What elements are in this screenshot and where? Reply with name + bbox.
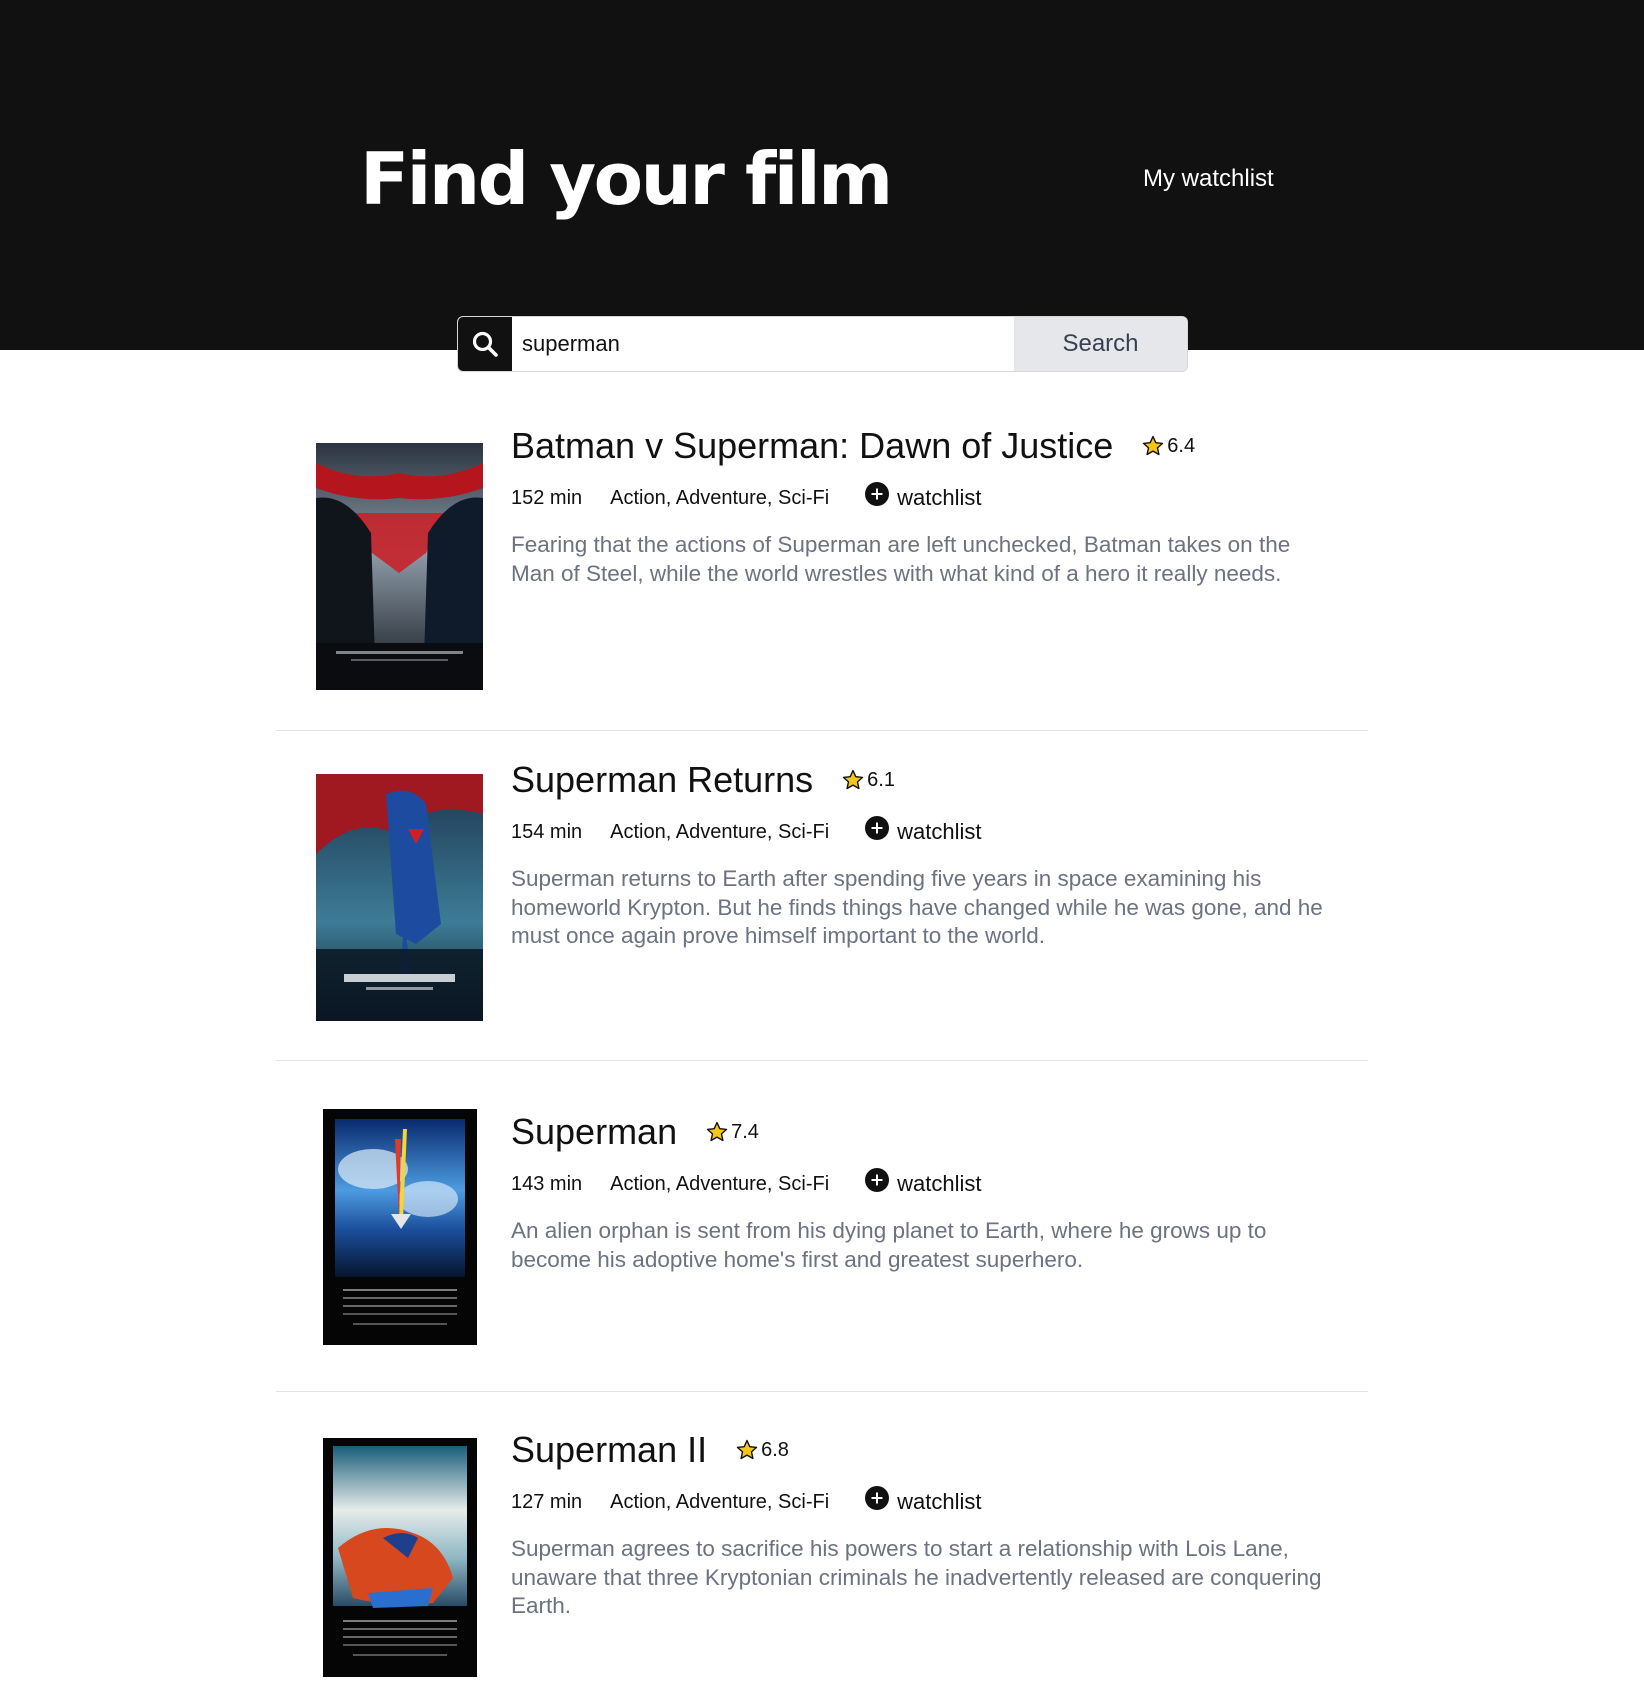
results-list: Batman v Superman: Dawn of Justice 6.4 1… [276, 395, 1368, 1692]
add-to-watchlist-button[interactable]: watchlist [865, 482, 982, 511]
movie-details: Superman Returns 6.1 154 min Action, Adv… [511, 757, 1338, 951]
rating: 6.8 [735, 1438, 789, 1462]
rating-value: 6.4 [1167, 434, 1196, 457]
site-header: Find your film My watchlist [0, 0, 1644, 350]
runtime: 154 min [511, 820, 583, 843]
add-to-watchlist-button[interactable]: watchlist [865, 1168, 982, 1197]
meta-row: 154 min Action, Adventure, Sci-Fi watchl… [511, 816, 1338, 848]
poster-image [316, 443, 483, 690]
title-row: Superman Returns 6.1 [511, 757, 1338, 803]
movie-details: Superman II 6.8 127 min Action, Adventur… [511, 1427, 1338, 1621]
genres: Action, Adventure, Sci-Fi [610, 1490, 830, 1513]
list-item: Superman II 6.8 127 min Action, Adventur… [276, 1392, 1368, 1692]
plus-circle-icon [865, 482, 890, 506]
movie-plot: Superman returns to Earth after spending… [511, 866, 1323, 948]
title-row: Superman 7.4 [511, 1109, 1338, 1155]
search-icon [458, 317, 512, 371]
movie-title: Superman [511, 1111, 678, 1152]
rating-value: 6.1 [867, 768, 895, 791]
movie-title: Superman Returns [511, 759, 814, 800]
plus-circle-icon [865, 1486, 890, 1510]
poster-image [316, 774, 483, 1021]
plus-circle-icon [865, 1168, 890, 1192]
title-row: Superman II 6.8 [511, 1427, 1338, 1473]
page-title: Find your film [360, 137, 893, 221]
movie-plot: Fearing that the actions of Superman are… [511, 532, 1291, 586]
search-bar: Search [457, 316, 1188, 372]
movie-plot: Superman agrees to sacrifice his powers … [511, 1536, 1322, 1618]
runtime: 127 min [511, 1490, 583, 1513]
watchlist-label: watchlist [897, 1171, 982, 1196]
runtime: 143 min [511, 1172, 583, 1195]
watchlist-label: watchlist [897, 485, 982, 510]
rating: 6.1 [841, 768, 895, 792]
plus-circle-icon [865, 816, 890, 840]
add-to-watchlist-button[interactable]: watchlist [865, 816, 982, 845]
movie-details: Superman 7.4 143 min Action, Adventure, … [511, 1109, 1338, 1274]
list-item: Superman Returns 6.1 154 min Action, Adv… [276, 731, 1368, 1061]
movie-details: Batman v Superman: Dawn of Justice 6.4 1… [511, 423, 1338, 588]
list-item: Batman v Superman: Dawn of Justice 6.4 1… [276, 395, 1368, 731]
runtime: 152 min [511, 486, 583, 509]
movie-title: Batman v Superman: Dawn of Justice [511, 425, 1114, 466]
poster-image [323, 1438, 477, 1677]
title-row: Batman v Superman: Dawn of Justice 6.4 [511, 423, 1338, 469]
add-to-watchlist-button[interactable]: watchlist [865, 1486, 982, 1515]
movie-title: Superman II [511, 1429, 708, 1470]
star-icon [1143, 435, 1164, 456]
genres: Action, Adventure, Sci-Fi [610, 486, 830, 509]
meta-row: 127 min Action, Adventure, Sci-Fi watchl… [511, 1486, 1338, 1518]
star-icon [706, 1121, 728, 1142]
poster-image [323, 1109, 477, 1345]
my-watchlist-link[interactable]: My watchlist [1143, 164, 1274, 194]
movie-plot: An alien orphan is sent from his dying p… [511, 1218, 1267, 1272]
genres: Action, Adventure, Sci-Fi [610, 820, 830, 843]
search-input[interactable] [512, 317, 1014, 371]
rating-value: 6.8 [761, 1438, 789, 1461]
meta-row: 152 min Action, Adventure, Sci-Fi watchl… [511, 482, 1338, 514]
genres: Action, Adventure, Sci-Fi [610, 1172, 830, 1195]
page: Find your film My watchlist Search [0, 0, 1644, 1708]
rating-value: 7.4 [731, 1120, 759, 1143]
star-icon [842, 769, 864, 790]
star-icon [736, 1439, 758, 1460]
list-item: Superman 7.4 143 min Action, Adventure, … [276, 1061, 1368, 1392]
watchlist-label: watchlist [897, 1489, 982, 1514]
rating: 6.4 [1141, 434, 1195, 458]
rating: 7.4 [705, 1120, 759, 1144]
meta-row: 143 min Action, Adventure, Sci-Fi watchl… [511, 1168, 1338, 1200]
watchlist-label: watchlist [897, 819, 982, 844]
search-button[interactable]: Search [1014, 317, 1187, 371]
